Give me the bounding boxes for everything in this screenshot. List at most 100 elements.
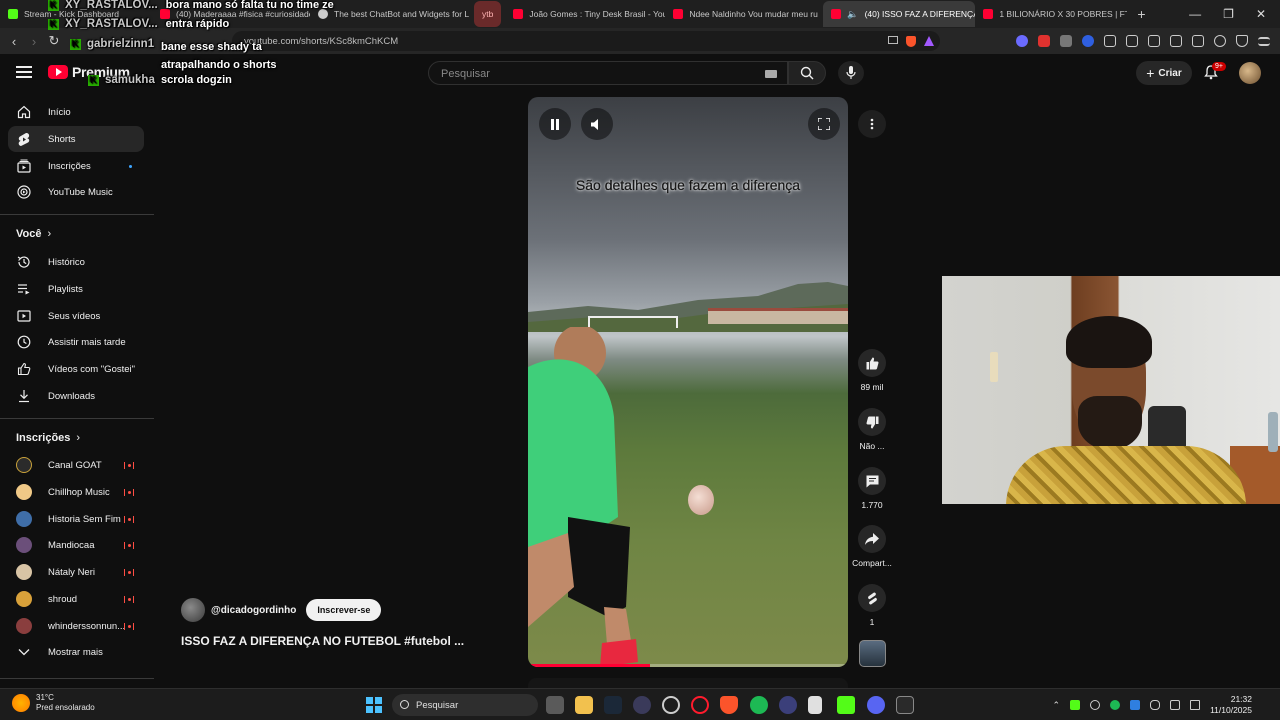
reload-icon[interactable]: ↻ [44,33,64,49]
tab-joao-gomes[interactable]: João Gomes : Tiny Desk Brasil - You [505,1,665,27]
you-section-heading[interactable]: Você › [16,228,51,240]
steam-icon[interactable] [604,696,622,714]
subscribe-button[interactable]: Inscrever-se [306,599,382,621]
sidebar-channel-mandiocaa[interactable]: Mandiocaa [8,532,144,558]
windows-start-icon[interactable] [366,697,382,713]
channel-avatar[interactable] [181,598,205,622]
like-button[interactable]: 89 mil [848,349,896,392]
url-field[interactable]: youtube.com/shorts/KSc8kmChKCM [232,31,940,51]
sidebar-item-playlists[interactable]: Playlists [8,276,144,302]
sidebar-channel-shroud[interactable]: shroud [8,586,144,612]
mic-icon[interactable] [1150,700,1161,710]
tab-ndee-naldinho[interactable]: Ndee Naldinho Vou mudar meu ru [665,1,823,27]
maximize-button[interactable]: ❐ [1223,7,1234,21]
pause-button[interactable] [539,108,571,140]
ext-capture-icon[interactable] [1126,35,1138,47]
volume-button[interactable] [581,108,613,140]
weather-widget[interactable]: 31°C Pred ensolarado [12,693,95,713]
channel-name[interactable]: @dicadogordinho [211,605,296,616]
share-button[interactable]: Compart... [848,525,896,568]
youtube-icon [673,9,684,19]
account-avatar[interactable] [1239,62,1261,84]
app-icon[interactable] [779,696,797,714]
discord-icon[interactable] [867,696,885,714]
taskbar-search[interactable]: Pesquisar [392,694,538,716]
ext-aurora-icon[interactable] [1016,35,1028,47]
obs-icon[interactable] [662,696,680,714]
forward-icon[interactable]: › [24,34,44,49]
back-icon[interactable]: ‹ [4,34,24,49]
keyboard-icon[interactable] [765,70,777,78]
sidebar-show-more[interactable]: Mostrar mais [8,639,144,665]
tab-chatbot[interactable]: The best ChatBot and Widgets for L [310,1,470,27]
dislike-button[interactable]: Não ... [848,408,896,451]
kick-icon[interactable] [837,696,855,714]
sidebar-channel-canal-goat[interactable]: Canal GOAT [8,452,144,478]
ext-puzzle-icon[interactable] [1104,35,1116,47]
task-view-icon[interactable] [546,696,564,714]
more-options-button[interactable] [858,110,886,138]
close-window-button[interactable]: ✕ [1256,7,1266,21]
sidebar-channel-whindersson[interactable]: whinderssonnun... [8,613,144,639]
tab-bilionario[interactable]: 1 BILIONÁRIO X 30 POBRES | FT. PA [975,1,1127,27]
shorts-video-player[interactable]: São detalhes que fazem a diferença [528,97,848,667]
ext-blue-icon[interactable] [1082,35,1094,47]
kick-tray-icon[interactable] [1070,700,1081,710]
spotify-tray-icon[interactable] [1110,700,1121,710]
sidebar-item-home[interactable]: Início [8,99,144,125]
music-icon[interactable] [1148,35,1160,47]
tray-icon[interactable] [1090,700,1101,710]
clock[interactable]: 21:32 11/10/2025 [1210,694,1252,716]
sidebar-item-liked-videos[interactable]: Vídeos com "Gostei" [8,356,144,382]
app-icon[interactable] [896,696,914,714]
sidebar-toggle-icon[interactable] [1170,35,1182,47]
chat-message: Kgabrielzinn1 bane esse shady ta atrapal… [70,38,277,71]
brave-rewards-icon[interactable] [924,35,934,46]
minimize-button[interactable]: — [1189,7,1201,21]
sidebar-item-downloads[interactable]: Downloads [8,383,144,409]
menu-icon[interactable] [1258,36,1270,46]
voice-search-button[interactable] [838,61,864,85]
remix-button[interactable]: 1 [848,584,896,627]
subscriptions-section-heading[interactable]: Inscrições › [16,432,80,444]
cast-icon[interactable] [888,35,898,44]
guide-menu-icon[interactable] [16,66,32,78]
brave-shield-icon[interactable] [906,35,916,47]
wallet-icon[interactable] [1192,35,1204,47]
brave-browser-icon[interactable] [720,696,738,714]
app-icon[interactable] [633,696,651,714]
search-button[interactable] [788,61,826,85]
comments-button[interactable]: 1.770 [848,467,896,510]
vpn-icon[interactable] [1236,35,1248,47]
volume-icon[interactable] [1190,700,1201,710]
sidebar-channel-historia-sem-fim[interactable]: Historia Sem Fim [8,506,144,532]
chat-message: Ksamukha [88,74,163,86]
tab-group-ytb[interactable]: ytb [474,1,502,27]
new-tab-button[interactable]: + [1127,6,1155,22]
file-explorer-icon[interactable] [575,696,593,714]
chevron-up-icon[interactable]: ⌃ [1053,700,1061,711]
sidebar-item-subscriptions[interactable]: Inscrições [8,153,144,179]
create-button[interactable]: + Criar [1136,61,1192,85]
video-progress-bar[interactable] [528,664,848,667]
leo-ai-icon[interactable] [1214,35,1226,47]
tab-isso-faz-a-diferenca[interactable]: 🔈 (40) ISSO FAZ A DIFERENÇA ✕ [823,1,976,27]
ext-glasses-icon[interactable] [1060,35,1072,47]
ext-red-icon[interactable] [1038,35,1050,47]
document-icon[interactable] [808,696,822,714]
sound-source-thumbnail[interactable] [859,640,886,667]
sidebar-item-your-videos[interactable]: Seus vídeos [8,303,144,329]
bluetooth-icon[interactable] [1130,700,1141,710]
fullscreen-button[interactable] [808,108,840,140]
sidebar-channel-nataly-neri[interactable]: Nátaly Neri [8,559,144,585]
network-icon[interactable] [1170,700,1181,710]
sidebar-item-watch-later[interactable]: Assistir mais tarde [8,329,144,355]
sidebar-channel-chillhop[interactable]: Chillhop Music [8,479,144,505]
spotify-icon[interactable] [750,696,768,714]
sidebar-item-history[interactable]: Histórico [8,249,144,275]
opera-gx-icon[interactable] [691,696,709,714]
search-input[interactable]: Pesquisar [428,61,788,85]
video-title[interactable]: ISSO FAZ A DIFERENÇA NO FUTEBOL #futebol… [181,634,481,648]
sidebar-item-shorts[interactable]: Shorts [8,126,144,152]
sidebar-item-youtube-music[interactable]: YouTube Music [8,179,144,205]
